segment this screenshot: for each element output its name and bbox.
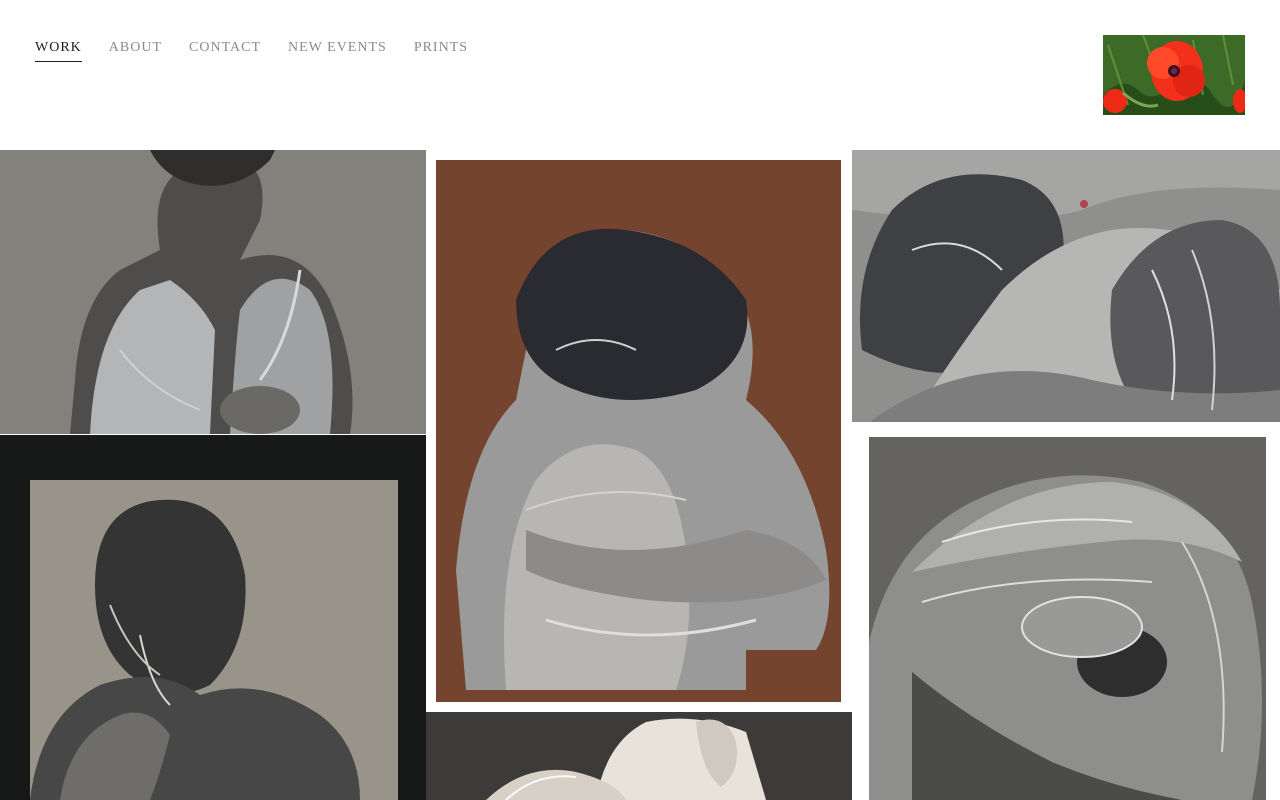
artwork-framed-figure[interactable] (0, 435, 426, 800)
page: WORK ABOUT CONTACT NEW EVENTS PRINTS (0, 0, 1280, 800)
artwork-ear-and-hair[interactable] (426, 712, 852, 800)
nav-item-prints[interactable]: PRINTS (414, 39, 468, 62)
nav-item-about[interactable]: ABOUT (109, 39, 162, 62)
poppy-logo[interactable] (1103, 35, 1245, 115)
artwork-embracing-couple-rust[interactable] (426, 150, 852, 712)
nav-item-work[interactable]: WORK (35, 39, 82, 62)
artwork-embracing-couple-gray[interactable] (0, 150, 426, 434)
framed-figure-artwork-icon (0, 435, 426, 800)
artwork-kissing-couple[interactable] (852, 150, 1280, 422)
embracing-couple-rust-artwork-icon (426, 150, 852, 712)
site-header: WORK ABOUT CONTACT NEW EVENTS PRINTS (0, 0, 1280, 150)
kissing-couple-artwork-icon (852, 150, 1280, 422)
embracing-couple-gray-artwork-icon (0, 150, 426, 434)
artwork-bearded-face[interactable] (852, 422, 1280, 800)
nav-item-new-events[interactable]: NEW EVENTS (288, 39, 387, 62)
nav-item-contact[interactable]: CONTACT (189, 39, 261, 62)
main-nav: WORK ABOUT CONTACT NEW EVENTS PRINTS (35, 39, 495, 62)
bearded-face-artwork-icon (852, 422, 1280, 800)
red-poppy-photo-icon (1103, 35, 1245, 115)
ear-and-hair-artwork-icon (426, 712, 852, 800)
